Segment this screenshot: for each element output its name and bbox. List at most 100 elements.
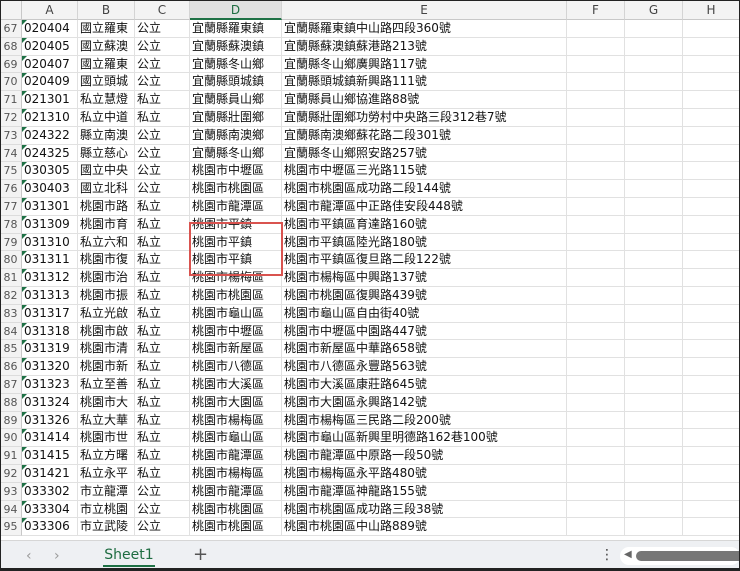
cell-e[interactable]: 桃園市龜山區自由街40號 xyxy=(282,304,567,323)
cell-d[interactable]: 桃園市龍潭區 xyxy=(190,482,282,501)
cell-h[interactable] xyxy=(683,482,740,501)
cell-c[interactable]: 私立 xyxy=(135,109,190,127)
cell-c[interactable]: 私立 xyxy=(135,376,190,394)
cell-b[interactable]: 國立蘇澳 xyxy=(78,37,135,56)
cell-h[interactable] xyxy=(683,500,740,519)
cell-g[interactable] xyxy=(625,518,683,537)
cell-g[interactable] xyxy=(625,287,683,305)
row-header[interactable]: 76 xyxy=(0,180,22,198)
cell-d[interactable]: 桃園市大溪區 xyxy=(190,376,282,394)
cell-e[interactable]: 桃園市楊梅區三民路二段200號 xyxy=(282,411,567,430)
cell-e[interactable]: 桃園市楊梅區中興路137號 xyxy=(282,269,567,287)
cell-c[interactable]: 公立 xyxy=(135,20,190,38)
cell-h[interactable] xyxy=(683,518,740,537)
cell-g[interactable] xyxy=(625,411,683,430)
cell-c[interactable]: 私立 xyxy=(135,429,190,448)
cell-e[interactable]: 宜蘭縣壯圍鄉功勞村中央路三段312巷7號 xyxy=(282,109,567,127)
cell-h[interactable] xyxy=(683,180,740,198)
cell-e[interactable]: 桃園市平鎮區育達路160號 xyxy=(282,215,567,234)
cell-g[interactable] xyxy=(625,393,683,412)
cell-e[interactable]: 桃園市中壢區中園路447號 xyxy=(282,322,567,341)
cell-a[interactable]: 031324 xyxy=(22,393,78,412)
add-sheet-button[interactable]: + xyxy=(193,544,208,565)
cell-g[interactable] xyxy=(625,109,683,127)
cell-e[interactable]: 桃園市大園區永興路142號 xyxy=(282,393,567,412)
sheet-tab-sheet1[interactable]: Sheet1 xyxy=(103,545,155,567)
cell-c[interactable]: 公立 xyxy=(135,518,190,537)
cell-b[interactable]: 私立中道 xyxy=(78,109,135,127)
cell-f[interactable] xyxy=(567,358,625,376)
column-header-h[interactable]: H xyxy=(683,0,740,20)
cell-b[interactable]: 市立武陵 xyxy=(78,518,135,537)
cell-c[interactable]: 私立 xyxy=(135,340,190,359)
cell-h[interactable] xyxy=(683,126,740,145)
cell-g[interactable] xyxy=(625,304,683,323)
cell-c[interactable]: 私立 xyxy=(135,358,190,376)
cell-g[interactable] xyxy=(625,180,683,198)
cell-g[interactable] xyxy=(625,20,683,38)
more-options-icon[interactable]: ⋮ xyxy=(600,547,614,563)
row-header[interactable]: 75 xyxy=(0,162,22,181)
cell-h[interactable] xyxy=(683,358,740,376)
cell-d[interactable]: 桃園市八德區 xyxy=(190,358,282,376)
cell-f[interactable] xyxy=(567,73,625,92)
cell-c[interactable]: 公立 xyxy=(135,73,190,92)
cell-a[interactable]: 031319 xyxy=(22,340,78,359)
cell-b[interactable]: 桃園市振 xyxy=(78,287,135,305)
row-header[interactable]: 84 xyxy=(0,322,22,341)
cell-b[interactable]: 市立龍潭 xyxy=(78,482,135,501)
cell-h[interactable] xyxy=(683,251,740,270)
cell-c[interactable]: 私立 xyxy=(135,322,190,341)
spreadsheet-grid[interactable]: ABCDEFGH 67 020404 國立羅東 公立 宜蘭縣羅東鎮 宜蘭縣羅東鎮中山路四段… xyxy=(0,0,740,540)
cell-g[interactable] xyxy=(625,198,683,216)
cell-b[interactable]: 私立大華 xyxy=(78,411,135,430)
cell-e[interactable]: 桃園市八德區永豐路563號 xyxy=(282,358,567,376)
cell-c[interactable]: 公立 xyxy=(135,162,190,181)
cell-d[interactable]: 桃園市新屋區 xyxy=(190,340,282,359)
cell-b[interactable]: 私立光啟 xyxy=(78,304,135,323)
cell-f[interactable] xyxy=(567,37,625,56)
prev-sheet-icon[interactable]: ‹ xyxy=(26,548,32,564)
cell-f[interactable] xyxy=(567,162,625,181)
row-header[interactable]: 95 xyxy=(0,518,22,537)
cell-h[interactable] xyxy=(683,393,740,412)
cell-c[interactable]: 私立 xyxy=(135,447,190,465)
row-header[interactable]: 90 xyxy=(0,429,22,448)
cell-a[interactable]: 033306 xyxy=(22,518,78,537)
cell-b[interactable]: 桃園市大 xyxy=(78,393,135,412)
cell-h[interactable] xyxy=(683,162,740,181)
cell-e[interactable]: 宜蘭縣羅東鎮中山路四段360號 xyxy=(282,20,567,38)
cell-a[interactable]: 021310 xyxy=(22,109,78,127)
row-header[interactable]: 85 xyxy=(0,340,22,359)
cell-a[interactable]: 031310 xyxy=(22,233,78,252)
cell-f[interactable] xyxy=(567,180,625,198)
cell-a[interactable]: 031318 xyxy=(22,322,78,341)
cell-b[interactable]: 桃園市新 xyxy=(78,358,135,376)
cell-h[interactable] xyxy=(683,73,740,92)
cell-f[interactable] xyxy=(567,233,625,252)
cell-f[interactable] xyxy=(567,429,625,448)
cell-a[interactable]: 020407 xyxy=(22,55,78,74)
cell-f[interactable] xyxy=(567,126,625,145)
cell-h[interactable] xyxy=(683,215,740,234)
cell-g[interactable] xyxy=(625,376,683,394)
cell-b[interactable]: 私立至善 xyxy=(78,376,135,394)
cell-b[interactable]: 縣立南澳 xyxy=(78,126,135,145)
cell-d[interactable]: 桃園市桃園區 xyxy=(190,518,282,537)
row-header[interactable]: 78 xyxy=(0,215,22,234)
cell-d[interactable]: 宜蘭縣蘇澳鎮 xyxy=(190,37,282,56)
cell-c[interactable]: 私立 xyxy=(135,198,190,216)
cell-h[interactable] xyxy=(683,465,740,483)
next-sheet-icon[interactable]: › xyxy=(54,548,60,564)
cell-c[interactable]: 私立 xyxy=(135,465,190,483)
cell-c[interactable]: 私立 xyxy=(135,393,190,412)
row-header[interactable]: 83 xyxy=(0,304,22,323)
scrollbar-thumb[interactable] xyxy=(636,551,740,561)
cell-f[interactable] xyxy=(567,500,625,519)
cell-g[interactable] xyxy=(625,482,683,501)
row-header[interactable]: 67 xyxy=(0,20,22,38)
cell-h[interactable] xyxy=(683,411,740,430)
cell-f[interactable] xyxy=(567,322,625,341)
cell-h[interactable] xyxy=(683,233,740,252)
row-header[interactable]: 81 xyxy=(0,269,22,287)
